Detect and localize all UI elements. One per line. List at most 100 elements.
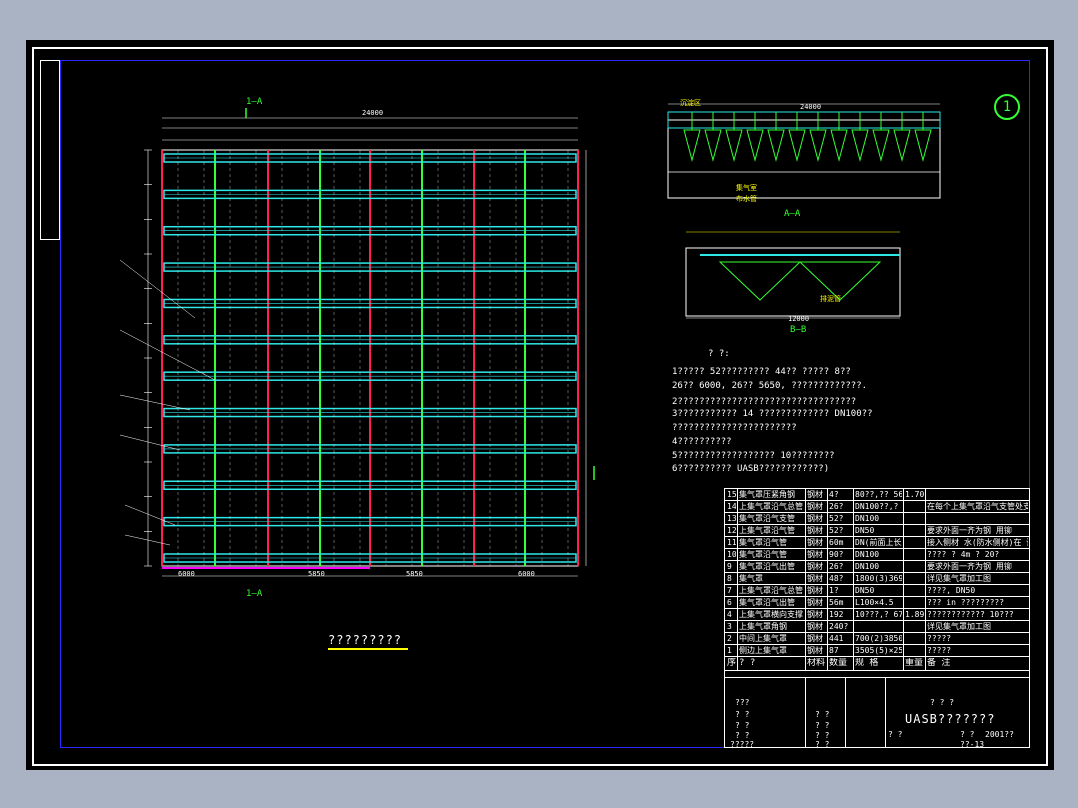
parts-cell: 1.898 [905,610,924,619]
section-bb-label: B—B [790,325,807,335]
parts-cell: 80??,?? 56m [855,490,902,499]
note-line: 1????? 52????????? 44?? ????? 8?? [672,367,851,377]
hood-triangle [872,129,890,162]
tb-project: ? ? ? [930,698,955,707]
hood-triangle [683,129,701,162]
parts-cell: 钢材 [807,646,823,655]
parts-cell: 钢材 [807,514,823,523]
title-block-divider [885,677,886,747]
parts-row: 13 集气罩沿气支管 钢材 52? DN100 [725,513,1029,525]
notes-heading: ? ?: [708,349,730,359]
parts-cell: 钢材 [807,526,823,535]
parts-cell: 87 [829,646,839,655]
dim-overall: 24000 [362,109,384,117]
parts-cell: 15 [727,490,736,499]
tb-label: ? ? [735,721,750,730]
parts-cell: 上集气罩沿气管 [739,526,795,535]
leader-line [119,434,181,451]
hood-triangle [725,129,743,162]
table-column-divider [853,489,854,671]
callout-3: 布水管 [736,195,757,203]
parts-cell: 集气罩 [739,574,763,583]
parts-cell: 接入侧材 水(防水侧材)在 调整者长 [927,538,1028,547]
parts-cell: 钢材 [807,490,823,499]
parts-cell: ???? ? 4m ? 20? [927,550,1000,559]
hood-triangle [809,129,827,162]
parts-header-cell: 材料 [807,658,826,668]
parts-row: 1 侧边上集气罩 钢材 87 3505(5)×250(4)????? [725,645,1029,657]
section-aa-dim: 24000 [800,103,822,111]
parts-cell: 1.70 [905,490,924,499]
parts-cell: 10???,? 673 [855,610,902,619]
note-line: 2????????????????????????????????? [672,397,857,407]
parts-cell: 集气罩沿气支管 [739,514,795,523]
note-line: 6?????????? UASB????????????) [672,464,830,474]
hood-triangle [788,129,806,162]
note-line: 4?????????? [672,437,732,447]
parts-row: 6 集气罩沿气出管 钢材 56m L100×4.5 ??? in ????????? [725,597,1029,609]
plan-title: ????????? [328,633,403,647]
parts-cell: L100×4.5 [855,598,894,607]
callout-4: 排泥管 [820,295,841,303]
parts-cell: 1? [829,586,839,595]
leader-line [124,504,176,526]
parts-cell: 钢材 [807,598,823,607]
parts-cell: DN(前面上长度) [855,538,902,547]
parts-cell: 上集气罩横向支撑 [739,610,803,619]
parts-cell: 侧边上集气罩 [739,646,787,655]
parts-cell: 14 [727,502,736,511]
parts-row: 2 中间上集气罩 钢材 441 700(2)3850(1)?????? [725,633,1029,645]
parts-cell: 8 [727,574,732,583]
parts-cell: 6 [727,598,732,607]
parts-cell: 集气罩压紧角钢 [739,490,795,499]
parts-cell: 700(2)3850(1)? [855,634,902,643]
parts-cell: 钢材 [807,610,823,619]
parts-cell: 52? [829,526,844,535]
table-column-divider [827,489,828,671]
parts-cell: 钢材 [807,562,823,571]
parts-row: 10 集气罩沿气管 钢材 90? DN100 ???? ? 4m ? 20? [725,549,1029,561]
parts-cell: 240? [829,622,849,631]
plan-title-underline [328,648,408,650]
tb-mid-label: ? ? [815,731,830,740]
parts-cell: 钢材 [807,574,823,583]
parts-cell: ???????????? 10??? [927,610,1014,619]
parts-cell: 192 [829,610,844,619]
parts-header-cell: 备 注 [927,658,951,668]
parts-row: 14上集气罩沿气总管钢材 26? DN100??,? 42m 在每个上集气罩沿气支管处… [725,501,1029,513]
section-bb-hood [718,261,802,301]
hood-triangle [893,129,911,162]
parts-cell: 11 [727,538,736,547]
dim-bottom-4: 6000 [518,570,535,578]
parts-row: 11集气罩沿气管 钢材 60m DN(前面上长度) 接入侧材 水(防水侧材)在 调整者长 [725,537,1029,549]
parts-cell: ??? in ????????? [927,598,1005,607]
parts-cell: 1800(3)3695(4) [855,574,902,583]
parts-cell: 2 [727,634,732,643]
parts-cell: 上集气罩沿气总管 [739,586,803,595]
parts-cell: 26? [829,562,844,571]
table-column-divider [903,489,904,671]
parts-cell: 在每个上集气罩沿气支管处支撑 [927,502,1028,511]
parts-cell: 56m [829,598,844,607]
parts-cell: 要求外面一齐为钢 用铆 [927,562,1012,571]
tb-mid-label: ? ? [815,740,830,749]
hood-triangle [830,129,848,162]
parts-cell: 详见集气罩加工图 [927,622,991,631]
hood-triangle [767,129,785,162]
note-line: 3??????????? 14 ????????????? DN100?? [672,409,873,419]
parts-cell: 钢材 [807,622,823,631]
hood-triangle [914,129,932,162]
tb-label: ? ? [735,710,750,719]
parts-cell: 集气罩沿气出管 [739,598,795,607]
parts-cell: 详见集气罩加工图 [927,574,991,583]
drawing-number-circle: 1 [994,94,1020,120]
parts-cell: 10 [727,550,736,559]
parts-cell: ????? [927,634,952,643]
parts-cell: 60m [829,538,844,547]
tb-mid-label: ? ? [815,721,830,730]
parts-cell: 12 [727,526,736,535]
callout-2: 集气室 [736,184,757,192]
parts-cell: ????? [927,646,952,655]
tb-label: ????? [730,740,755,749]
parts-cell: DN100 [855,514,880,523]
